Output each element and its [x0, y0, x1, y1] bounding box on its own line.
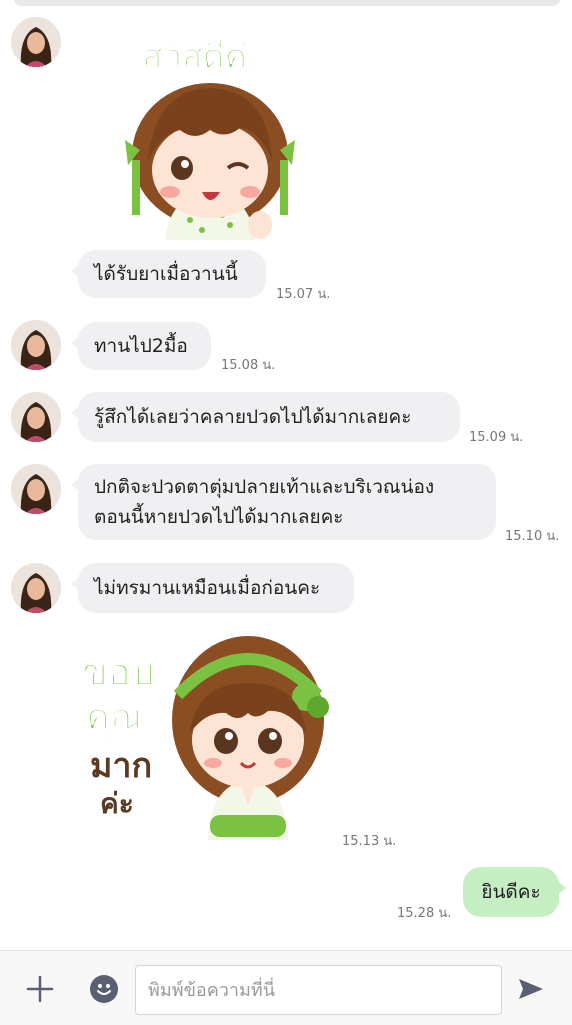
greeting-sticker[interactable]: สวัสดีค่ะ	[110, 20, 310, 240]
message-text-line: ปกติจะปวดตาตุ่มปลายเท้าและบริเวณน่อง	[94, 476, 435, 498]
message-bubble[interactable]: ไม่ทรมานเหมือนเมื่อก่อนคะ	[71, 563, 354, 613]
emoji-icon	[97, 984, 111, 995]
girl-thanking-sticker-icon: ขอบ คุณ มาก ค่ะ	[82, 636, 329, 840]
avatar[interactable]	[11, 563, 61, 613]
avatar[interactable]	[11, 464, 61, 514]
message-time: 15.10 น.	[505, 529, 560, 544]
outgoing-message-bubble[interactable]: ยินดีคะ	[463, 867, 566, 917]
message-time: 15.07 น.	[276, 287, 331, 302]
message-time: 15.09 น.	[469, 430, 524, 445]
message-composer	[0, 950, 572, 1025]
emoji-button[interactable]	[90, 975, 118, 1003]
message-bubble[interactable]: รู้สึกได้เลยว่าคลายปวดไปได้มากเลยคะ	[71, 392, 460, 442]
message-time: 15.08 น.	[221, 358, 276, 373]
previous-message-edge	[14, 0, 560, 6]
sticker-caption: สวัสดีค่ะ	[142, 37, 266, 77]
sticker-caption-line: ค่ะ	[100, 787, 134, 820]
message-text: รู้สึกได้เลยว่าคลายปวดไปได้มากเลยคะ	[94, 406, 412, 428]
girl-waving-sticker-icon: สวัสดีค่ะ	[125, 37, 295, 240]
avatar-photo-icon	[11, 320, 61, 370]
avatar-photo-icon	[11, 17, 61, 67]
message-bubble[interactable]: ทานไป2มื้อ	[71, 322, 211, 370]
message-text: ได้รับยาเมื่อวานนี้	[94, 263, 238, 285]
message-time: 15.13 น.	[342, 834, 397, 849]
plus-button[interactable]	[22, 971, 58, 1007]
avatar[interactable]	[11, 17, 61, 67]
message-time: 15.28 น.	[397, 906, 452, 921]
message-text: ทานไป2มื้อ	[94, 335, 188, 357]
message-bubble[interactable]: ปกติจะปวดตาตุ่มปลายเท้าและบริเวณน่อง ตอน…	[71, 464, 496, 540]
send-icon	[519, 979, 543, 999]
message-input[interactable]	[135, 965, 502, 1015]
message-text: ยินดีคะ	[481, 881, 541, 903]
avatar[interactable]	[11, 320, 61, 370]
thank-you-sticker[interactable]: ขอบ คุณ มาก ค่ะ	[78, 625, 333, 845]
sticker-caption-line: มาก	[90, 746, 152, 786]
sticker-caption-line: ขอบ	[82, 650, 155, 694]
message-bubble[interactable]: ได้รับยาเมื่อวานนี้	[71, 250, 266, 298]
avatar-photo-icon	[11, 392, 61, 442]
send-button[interactable]	[515, 973, 547, 1005]
message-text: ไม่ทรมานเหมือนเมื่อก่อนคะ	[94, 577, 321, 599]
sticker-caption-line: คุณ	[86, 697, 143, 740]
message-text-line: ตอนนี้หายปวดไปได้มากเลยคะ	[94, 506, 344, 528]
avatar-photo-icon	[11, 464, 61, 514]
avatar[interactable]	[11, 392, 61, 442]
avatar-photo-icon	[11, 563, 61, 613]
plus-icon	[26, 975, 54, 1003]
